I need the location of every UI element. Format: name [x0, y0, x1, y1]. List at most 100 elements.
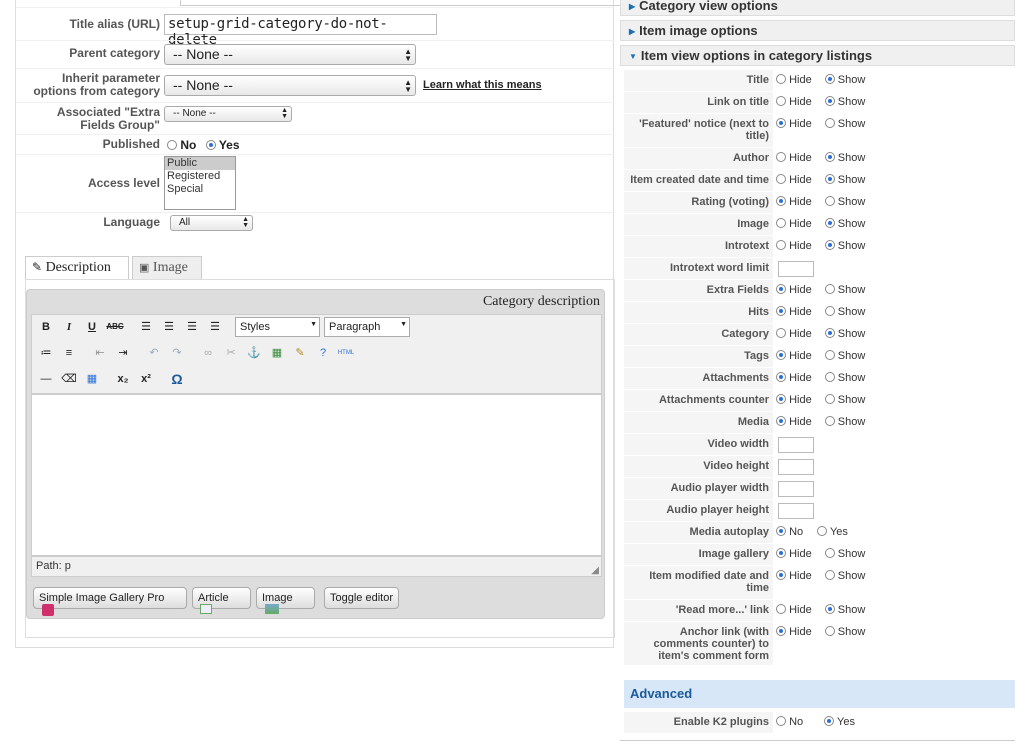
- special-character-icon[interactable]: Ω: [167, 369, 187, 389]
- no-radio[interactable]: [776, 526, 786, 536]
- hide-radio[interactable]: [776, 372, 786, 382]
- link-icon[interactable]: ∞: [198, 343, 218, 363]
- option-text-input[interactable]: [778, 437, 814, 453]
- learn-what-this-means-link[interactable]: Learn what this means: [423, 79, 542, 91]
- hide-radio[interactable]: [776, 626, 786, 636]
- access-option[interactable]: Registered: [165, 170, 235, 183]
- show-radio[interactable]: [824, 604, 835, 614]
- bold-icon[interactable]: B: [36, 317, 56, 337]
- hide-radio[interactable]: [776, 284, 786, 294]
- hide-radio[interactable]: [776, 74, 786, 84]
- hide-radio[interactable]: [776, 240, 786, 250]
- inherit-select[interactable]: -- None -- ▲ ▼: [164, 75, 416, 96]
- item-image-options-header[interactable]: ▶ Item image options: [620, 20, 1015, 41]
- show-radio[interactable]: [824, 416, 835, 426]
- hide-radio[interactable]: [776, 174, 786, 184]
- paragraph-select[interactable]: Paragraph ▼: [324, 317, 410, 337]
- show-radio[interactable]: [824, 74, 835, 84]
- option-text-input[interactable]: [778, 503, 814, 519]
- yes-radio[interactable]: [817, 526, 828, 536]
- published-yes-radio[interactable]: [205, 140, 216, 150]
- show-radio[interactable]: [824, 196, 835, 206]
- align-center-icon[interactable]: ☰: [159, 317, 179, 337]
- article-button[interactable]: Article: [192, 587, 251, 614]
- italic-icon[interactable]: I: [59, 317, 79, 337]
- show-radio[interactable]: [824, 174, 835, 184]
- show-radio[interactable]: [824, 118, 835, 128]
- show-radio[interactable]: [824, 240, 835, 250]
- show-radio[interactable]: [824, 306, 835, 316]
- hide-radio[interactable]: [776, 394, 786, 404]
- show-radio[interactable]: [824, 394, 835, 404]
- category-view-options-header[interactable]: ▶ Category view options: [620, 0, 1015, 16]
- image-button[interactable]: Image: [256, 587, 315, 614]
- hide-radio[interactable]: [776, 218, 786, 228]
- horizontal-rule-icon[interactable]: —: [36, 369, 56, 389]
- simple-image-gallery-pro-button[interactable]: Simple Image Gallery Pro: [33, 587, 187, 616]
- strikethrough-icon[interactable]: ABC: [105, 317, 125, 337]
- hide-radio[interactable]: [776, 548, 786, 558]
- show-radio[interactable]: [824, 328, 835, 338]
- access-option[interactable]: Special: [165, 183, 235, 196]
- hide-radio[interactable]: [776, 350, 786, 360]
- hide-radio[interactable]: [776, 570, 786, 580]
- show-radio[interactable]: [824, 96, 835, 106]
- outdent-icon[interactable]: ⇤: [90, 343, 110, 363]
- item-view-options-header[interactable]: ▼ Item view options in category listings: [620, 45, 1015, 66]
- hide-radio[interactable]: [776, 328, 786, 338]
- extra-fields-select[interactable]: -- None -- ▲ ▼: [164, 106, 292, 122]
- align-right-icon[interactable]: ☰: [182, 317, 202, 337]
- tab-description[interactable]: ✎ Description: [25, 256, 129, 280]
- subscript-icon[interactable]: x₂: [113, 369, 133, 389]
- show-radio[interactable]: [824, 372, 835, 382]
- insert-image-icon[interactable]: ▦: [267, 343, 287, 363]
- parent-category-select[interactable]: -- None -- ▲ ▼: [164, 44, 416, 65]
- unlink-icon[interactable]: ✂: [221, 343, 241, 363]
- numbered-list-icon[interactable]: ≡: [59, 343, 79, 363]
- resize-handle-icon[interactable]: ◢: [591, 565, 599, 576]
- show-radio[interactable]: [824, 218, 835, 228]
- redo-icon[interactable]: ↷: [167, 343, 187, 363]
- anchor-icon[interactable]: ⚓: [244, 343, 264, 363]
- styles-select[interactable]: Styles ▼: [235, 317, 320, 337]
- advanced-section-header[interactable]: Advanced: [624, 680, 1015, 708]
- hide-radio[interactable]: [776, 306, 786, 316]
- superscript-icon[interactable]: x²: [136, 369, 156, 389]
- option-text-input[interactable]: [778, 481, 814, 497]
- show-radio[interactable]: [824, 350, 835, 360]
- show-radio[interactable]: [824, 152, 835, 162]
- bullet-list-icon[interactable]: ≔: [36, 343, 56, 363]
- hide-radio[interactable]: [776, 118, 786, 128]
- html-icon[interactable]: HTML: [336, 343, 356, 363]
- align-left-icon[interactable]: ☰: [136, 317, 156, 337]
- hide-radio[interactable]: [776, 604, 786, 614]
- undo-icon[interactable]: ↶: [144, 343, 164, 363]
- hide-radio[interactable]: [776, 416, 786, 426]
- enable-k2-plugins-yes-radio[interactable]: [824, 716, 835, 726]
- editor-content-area[interactable]: [31, 394, 602, 556]
- show-radio[interactable]: [824, 570, 835, 580]
- table-icon[interactable]: ▦: [82, 369, 102, 389]
- hide-radio[interactable]: [776, 152, 786, 162]
- underline-icon[interactable]: U: [82, 317, 102, 337]
- option-text-input[interactable]: [778, 261, 814, 277]
- access-option[interactable]: Public: [165, 157, 235, 170]
- published-no-radio[interactable]: [167, 140, 177, 150]
- title-alias-input[interactable]: setup-grid-category-do-not-delete: [164, 14, 437, 48]
- show-radio[interactable]: [824, 548, 835, 558]
- enable-k2-plugins-no-radio[interactable]: [776, 716, 786, 726]
- help-icon[interactable]: ?: [313, 343, 333, 363]
- eraser-icon[interactable]: ⌫: [59, 369, 79, 389]
- hide-radio[interactable]: [776, 96, 786, 106]
- toggle-editor-button[interactable]: Toggle editor: [324, 587, 399, 609]
- align-justify-icon[interactable]: ☰: [205, 317, 225, 337]
- access-level-list[interactable]: Public Registered Special: [164, 156, 236, 210]
- tab-image[interactable]: ▣ Image: [132, 256, 202, 280]
- indent-icon[interactable]: ⇥: [113, 343, 133, 363]
- show-radio[interactable]: [824, 626, 835, 636]
- cleanup-icon[interactable]: ✎: [290, 343, 310, 363]
- show-radio[interactable]: [824, 284, 835, 294]
- hide-radio[interactable]: [776, 196, 786, 206]
- language-select[interactable]: All ▲ ▼: [170, 215, 253, 231]
- option-text-input[interactable]: [778, 459, 814, 475]
